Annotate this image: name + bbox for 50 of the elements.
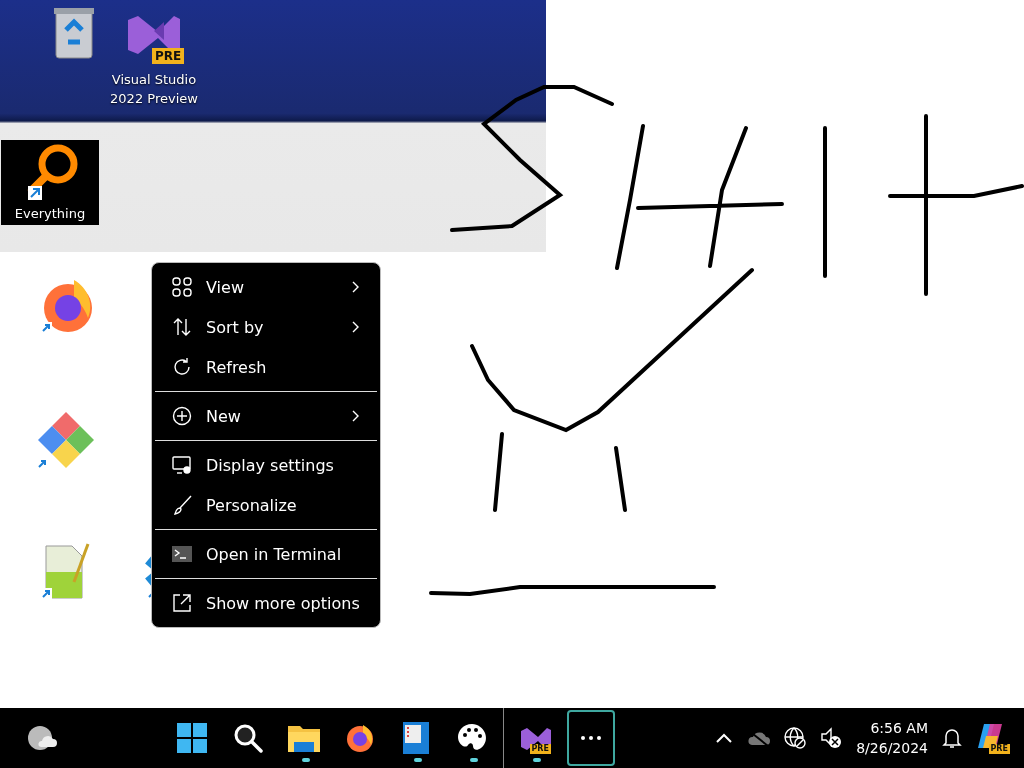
desktop-icon[interactable]: PRE Visual Studio 2022 Preview xyxy=(106,8,202,108)
menu-item[interactable]: Refresh xyxy=(156,347,376,387)
chevron-right-icon xyxy=(351,281,360,293)
open-external-icon xyxy=(172,593,192,613)
chevron-up-icon[interactable] xyxy=(716,733,733,743)
weather-cloud-icon[interactable] xyxy=(27,725,57,751)
grid-icon xyxy=(172,277,192,297)
menu-item[interactable]: New xyxy=(156,396,376,436)
clock-date: 8/26/2024 xyxy=(856,739,928,758)
speaker-muted-icon[interactable] xyxy=(820,727,843,749)
desktop-icon[interactable]: Everything xyxy=(1,140,99,225)
chevron-right-icon xyxy=(351,321,360,333)
display-settings-icon xyxy=(172,455,192,475)
more-button[interactable] xyxy=(567,710,615,766)
running-indicator xyxy=(470,758,478,762)
preview-badge: PRE xyxy=(152,48,185,64)
chevron-right-icon xyxy=(351,410,360,422)
sort-icon xyxy=(172,317,192,337)
search-icon xyxy=(233,723,263,753)
menu-item[interactable]: Personalize xyxy=(156,485,376,525)
menu-item[interactable]: View xyxy=(156,267,376,307)
icon-label: Everything xyxy=(14,205,86,223)
brush-icon xyxy=(172,495,192,515)
copilot-button[interactable]: PRE xyxy=(976,722,1008,754)
palette-icon xyxy=(457,723,487,753)
running-indicator xyxy=(302,758,310,762)
clock[interactable]: 6:56 AM 8/26/2024 xyxy=(856,718,928,758)
icon-label: Visual Studio 2022 Preview xyxy=(109,71,199,108)
globe-blocked-icon[interactable] xyxy=(784,727,807,749)
cloud-off-icon[interactable] xyxy=(746,729,771,747)
bell-icon[interactable] xyxy=(942,727,962,749)
taskbar-button[interactable]: PRE xyxy=(507,710,563,766)
menu-item[interactable]: Show more options xyxy=(156,583,376,623)
menu-item[interactable]: Display settings xyxy=(156,445,376,485)
preview-badge: PRE xyxy=(988,744,1010,754)
running-indicator xyxy=(533,758,541,762)
plus-circle-icon xyxy=(172,406,192,426)
terminal-icon xyxy=(172,545,192,563)
clock-time: 6:56 AM xyxy=(870,719,928,738)
preview-badge: PRE xyxy=(529,744,551,754)
windows-logo-icon xyxy=(177,723,207,753)
menu-item[interactable]: Open in Terminal xyxy=(156,534,376,574)
folder-icon xyxy=(288,724,320,752)
refresh-icon xyxy=(172,357,192,377)
running-indicator xyxy=(414,758,422,762)
firefox-icon xyxy=(345,723,375,753)
more-icon xyxy=(581,736,601,740)
menu-item[interactable]: Sort by xyxy=(156,307,376,347)
notepad-icon xyxy=(401,722,431,754)
recycle-bin-icon xyxy=(52,6,96,62)
